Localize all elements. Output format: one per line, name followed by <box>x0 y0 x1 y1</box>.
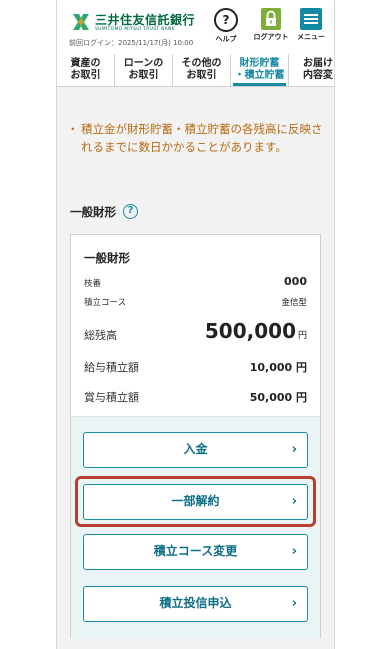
investment-apply-label: 積立投信申込 <box>159 596 232 610</box>
action-area: 入金 › 一部解約 › 積立コース変更 › 積立投信申込 › <box>71 416 320 638</box>
salary-value: 10,000 円 <box>249 361 307 374</box>
bank-logo-text: 三井住友信託銀行 <box>95 13 196 27</box>
chevron-right-icon: › <box>291 596 297 611</box>
tab-label: 資産の <box>70 58 101 69</box>
tab-label: その他の <box>181 58 222 69</box>
notice-bullet: ・ <box>67 122 79 136</box>
tab-assets[interactable]: 資産の お取引 <box>57 54 115 86</box>
bonus-value: 50,000 円 <box>249 391 307 404</box>
section-title: 一般財形 <box>70 205 116 219</box>
balance-label: 総残高 <box>84 329 117 342</box>
balance-unit: 円 <box>297 331 307 341</box>
highlight-frame <box>75 476 316 527</box>
menu-button[interactable]: メニュー <box>293 8 329 42</box>
chevron-right-icon: › <box>291 544 297 559</box>
logout-label: ログアウト <box>253 33 289 41</box>
notice-text: 積立金が財形貯蓄・積立貯蓄の各残高に反映されるまでに数日かかることがあります。 <box>81 122 323 154</box>
card-title: 一般財形 <box>84 251 130 265</box>
menu-label: メニュー <box>297 33 325 41</box>
salary-label: 給与積立額 <box>84 361 139 374</box>
bank-logo-subtext: SUMITOMO MITSUI TRUST BANK <box>95 27 175 32</box>
chevron-right-icon: › <box>291 442 297 457</box>
account-card: 一般財形 枝番 000 積立コース 金信型 総残高 500,000 円 給与積立額… <box>70 234 321 638</box>
header: 三井住友信託銀行 SUMITOMO MITSUI TRUST BANK 前回ログ… <box>57 0 334 54</box>
help-label: ヘルプ <box>215 35 237 43</box>
account-info: 一般財形 枝番 000 積立コース 金信型 総残高 500,000 円 給与積立額… <box>71 235 320 416</box>
tab-savings[interactable]: 財形貯蓄 ・積立貯蓄 <box>231 54 289 86</box>
tab-label: お届け <box>303 58 333 69</box>
branch-value: 000 <box>284 275 307 288</box>
course-change-button[interactable]: 積立コース変更 › <box>83 534 308 570</box>
branch-label: 枝番 <box>84 279 102 289</box>
main-tabs: 資産の お取引 ローンの お取引 その他の お取引 財形貯蓄 ・積立貯蓄 お届け… <box>57 54 334 87</box>
tab-label: 財形貯蓄 <box>239 58 280 69</box>
notice-message: ・ 積立金が財形貯蓄・積立貯蓄の各残高に反映されるまでに数日かかることがあります… <box>67 120 329 156</box>
question-circle-icon[interactable]: ? <box>123 204 138 219</box>
tab-label: ローンの <box>123 58 164 69</box>
logout-button[interactable]: ログアウト <box>249 8 293 42</box>
tab-other[interactable]: その他の お取引 <box>173 54 231 86</box>
course-label: 積立コース <box>84 298 127 308</box>
tab-notifications[interactable]: お届け 内容変 <box>289 54 334 86</box>
deposit-button[interactable]: 入金 › <box>83 432 308 468</box>
investment-apply-button[interactable]: 積立投信申込 › <box>83 586 308 622</box>
last-login-text: 前回ログイン：2025/11/17(月) 10:00 <box>69 39 194 47</box>
lock-icon <box>261 8 281 30</box>
hamburger-icon <box>300 8 322 30</box>
balance-amount: 500,000 円 <box>205 319 307 343</box>
tab-label: お取引 <box>186 70 217 81</box>
deposit-label: 入金 <box>183 442 208 456</box>
balance-value: 500,000 <box>204 319 296 343</box>
bonus-label: 賞与積立額 <box>84 391 139 404</box>
bank-logo-icon <box>73 14 89 30</box>
tab-label: ・積立貯蓄 <box>234 70 285 81</box>
app-page: 三井住友信託銀行 SUMITOMO MITSUI TRUST BANK 前回ログ… <box>56 0 335 649</box>
tab-label: お取引 <box>128 70 159 81</box>
help-icon: ? <box>214 8 238 32</box>
course-value: 金信型 <box>281 298 307 308</box>
course-change-label: 積立コース変更 <box>153 544 238 558</box>
help-button[interactable]: ? ヘルプ <box>211 8 241 44</box>
tab-loans[interactable]: ローンの お取引 <box>115 54 173 86</box>
tab-label: お取引 <box>70 70 101 81</box>
tab-label: 内容変 <box>303 70 333 81</box>
